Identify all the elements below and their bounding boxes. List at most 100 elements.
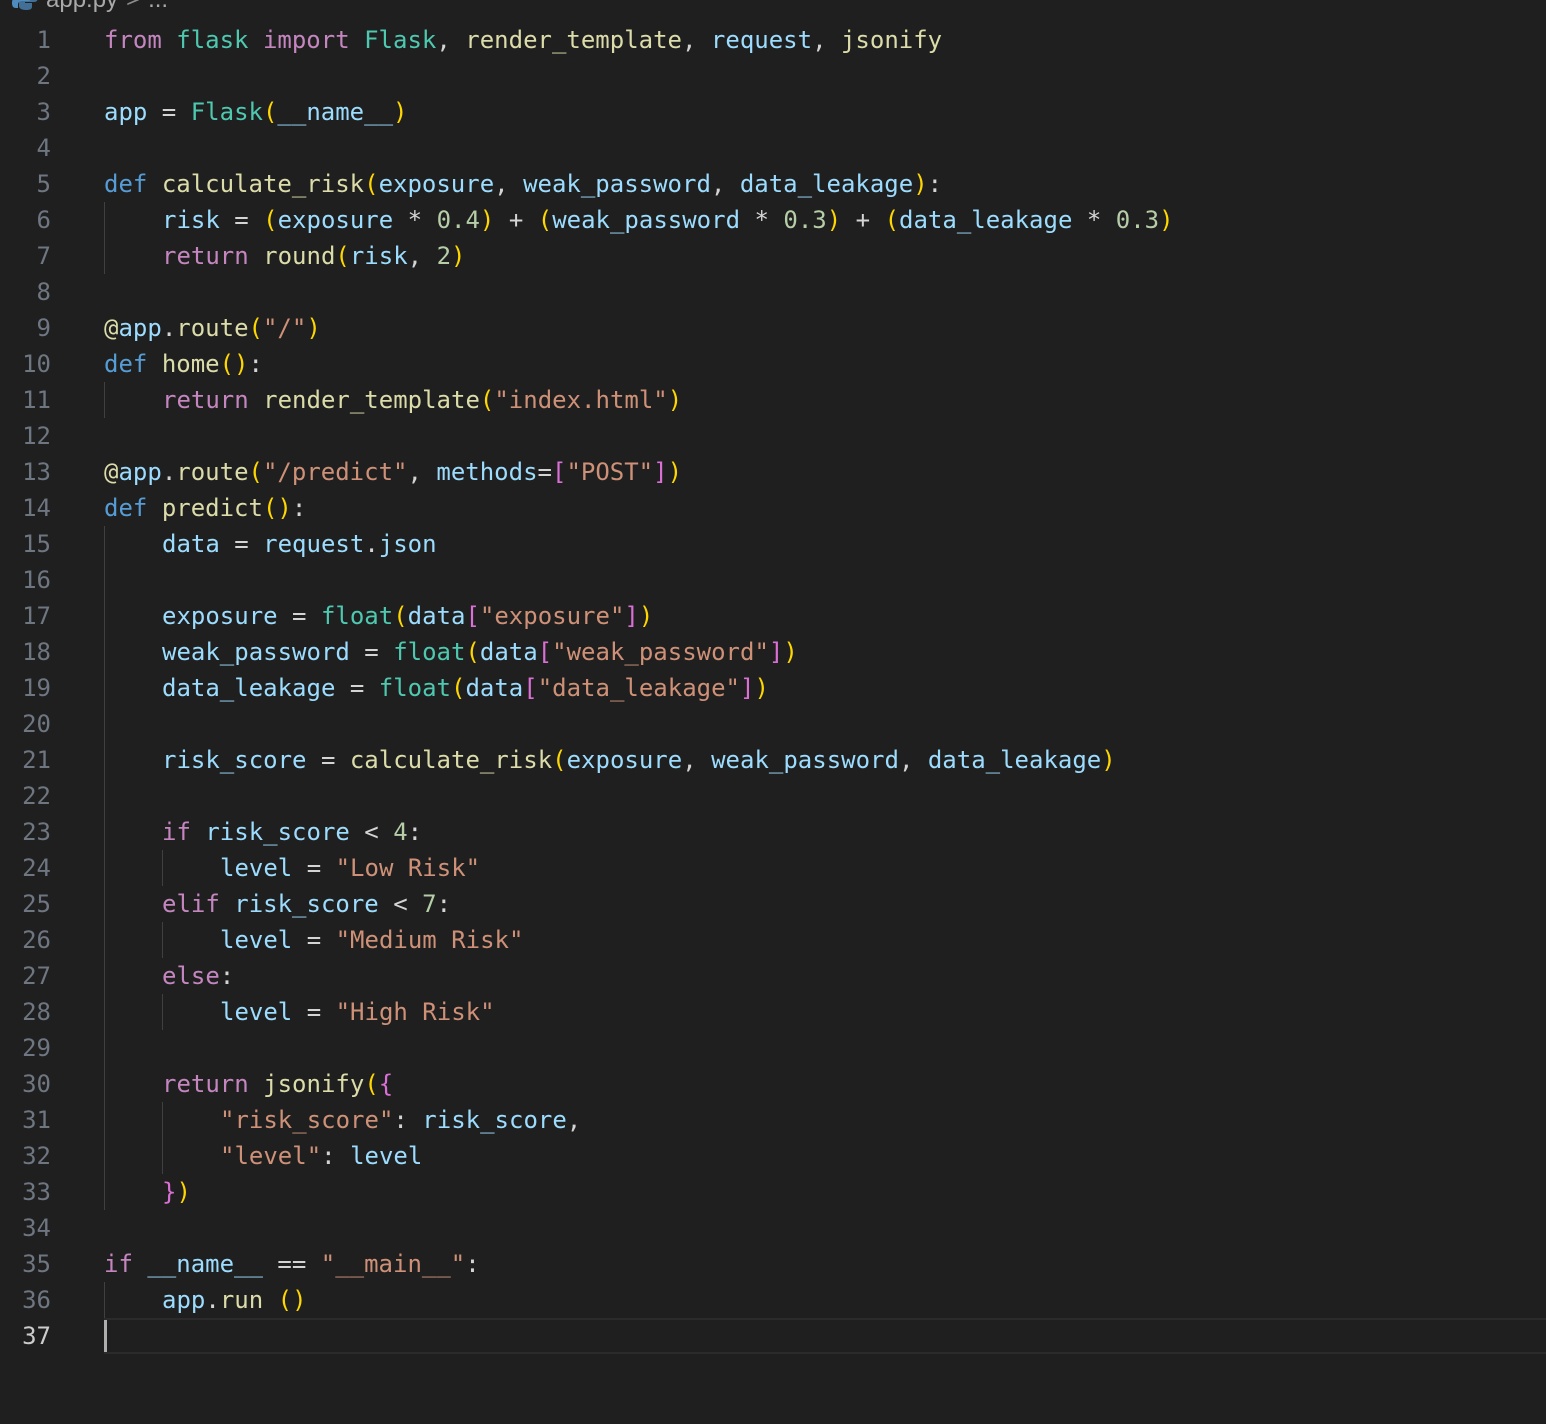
code-token: = <box>219 206 264 234</box>
code-line[interactable]: 37 <box>0 1318 1546 1354</box>
code-line[interactable]: 6 risk = (exposure * 0.4) + (weak_passwor… <box>0 202 1546 238</box>
code-token: level <box>220 854 293 882</box>
code-token: def <box>104 170 148 198</box>
indent-guide <box>104 382 105 418</box>
code-token: app <box>162 1286 206 1314</box>
code-line[interactable]: 9 @app.route("/") <box>0 310 1546 346</box>
code-token: ) <box>826 206 842 234</box>
code-line[interactable]: 4 <box>0 130 1546 166</box>
code-line[interactable]: 19 data_leakage = float(data["data_leakag… <box>0 670 1546 706</box>
code-token: , <box>898 746 928 774</box>
code-token: () <box>219 350 249 378</box>
code-token: ( <box>393 602 408 630</box>
line-number: 30 <box>22 1070 51 1098</box>
code-token: ( <box>465 638 480 666</box>
breadcrumb-separator: > <box>126 0 140 14</box>
code-token: "weak_password" <box>552 638 769 666</box>
code-text: def home(): <box>104 346 263 382</box>
code-token: , <box>436 26 466 54</box>
line-number: 1 <box>36 26 51 54</box>
code-token: import <box>262 26 350 54</box>
code-line[interactable]: 23 if risk_score < 4: <box>0 814 1546 850</box>
line-number: 31 <box>22 1106 51 1134</box>
code-text: else: <box>162 958 234 994</box>
code-token: exposure <box>277 206 394 234</box>
code-token: < <box>378 890 423 918</box>
code-token: : <box>393 1106 423 1134</box>
line-number: 29 <box>22 1034 51 1062</box>
code-token: ( <box>451 674 466 702</box>
code-line[interactable]: 35 if __name__ == "__main__": <box>0 1246 1546 1282</box>
code-token: = <box>147 98 191 126</box>
code-token: float <box>378 674 451 702</box>
code-token: jsonify <box>263 1070 365 1098</box>
indent-guide <box>104 526 105 562</box>
code-line[interactable]: 30 return jsonify({ <box>0 1066 1546 1102</box>
breadcrumb[interactable]: app.py > ... <box>0 0 168 14</box>
code-line[interactable]: 24 level = "Low Risk" <box>0 850 1546 886</box>
code-token: ( <box>248 314 263 342</box>
code-line[interactable]: 27 else: <box>0 958 1546 994</box>
code-line[interactable]: 16 <box>0 562 1546 598</box>
indent-guide <box>162 1102 163 1138</box>
code-line[interactable]: 28 level = "High Risk" <box>0 994 1546 1030</box>
code-token: ) <box>451 242 466 270</box>
code-line[interactable]: 29 <box>0 1030 1546 1066</box>
code-line[interactable]: 2 <box>0 58 1546 94</box>
code-line[interactable]: 20 <box>0 706 1546 742</box>
code-token: ) <box>913 170 928 198</box>
code-token: , <box>710 170 740 198</box>
code-line[interactable]: 36 app.run () <box>0 1282 1546 1318</box>
code-line[interactable]: 22 <box>0 778 1546 814</box>
line-number: 18 <box>22 638 51 666</box>
code-token: flask <box>176 26 249 54</box>
code-token: [ <box>551 458 567 486</box>
code-token: = <box>292 854 336 882</box>
code-token: exposure <box>162 602 278 630</box>
code-line[interactable]: 10 def home(): <box>0 346 1546 382</box>
code-line[interactable]: 11 return render_template("index.html") <box>0 382 1546 418</box>
code-token: risk_score <box>205 818 350 846</box>
line-number: 22 <box>22 782 51 810</box>
breadcrumb-file[interactable]: app.py <box>46 0 118 14</box>
code-line[interactable]: 25 elif risk_score < 7: <box>0 886 1546 922</box>
code-text: risk_score = calculate_risk(exposure, we… <box>162 742 1116 778</box>
breadcrumb-more[interactable]: ... <box>148 0 168 14</box>
code-token: request <box>263 530 365 558</box>
code-line[interactable]: 32 "level": level <box>0 1138 1546 1174</box>
code-line[interactable]: 26 level = "Medium Risk" <box>0 922 1546 958</box>
code-line[interactable]: 34 <box>0 1210 1546 1246</box>
code-line[interactable]: 33}) <box>0 1174 1546 1210</box>
line-number: 36 <box>22 1286 51 1314</box>
code-line[interactable]: 15 data = request.json <box>0 526 1546 562</box>
code-token: app <box>104 98 148 126</box>
code-line[interactable]: 31 "risk_score": risk_score, <box>0 1102 1546 1138</box>
code-token: ) <box>1101 746 1116 774</box>
code-token: = <box>349 638 394 666</box>
indent-guide <box>104 1066 105 1102</box>
line-number: 34 <box>22 1214 51 1242</box>
code-line[interactable]: 21 risk_score = calculate_risk(exposure, … <box>0 742 1546 778</box>
indent-guide <box>104 850 105 886</box>
code-token: = <box>292 926 336 954</box>
code-line[interactable]: 14 def predict(): <box>0 490 1546 526</box>
code-editor[interactable]: 1 from flask import Flask, render_templat… <box>0 22 1546 1354</box>
code-line[interactable]: 5 def calculate_risk(exposure, weak_passw… <box>0 166 1546 202</box>
code-token: @ <box>104 314 119 342</box>
indent-guide <box>104 1174 105 1210</box>
code-token: "High Risk" <box>335 998 495 1026</box>
code-line[interactable]: 17 exposure = float(data["exposure"]) <box>0 598 1546 634</box>
code-line[interactable]: 18 weak_password = float(data["weak_passw… <box>0 634 1546 670</box>
code-line[interactable]: 3 app = Flask(__name__) <box>0 94 1546 130</box>
code-token: return <box>162 242 249 270</box>
code-line[interactable]: 8 <box>0 274 1546 310</box>
code-line[interactable]: 13 @app.route("/predict", methods=["POST"… <box>0 454 1546 490</box>
code-line[interactable]: 7 return round(risk, 2) <box>0 238 1546 274</box>
code-token: return <box>162 1070 249 1098</box>
code-token: exposure <box>378 170 495 198</box>
code-token: ) <box>479 206 495 234</box>
code-line[interactable]: 1 from flask import Flask, render_templat… <box>0 22 1546 58</box>
code-line[interactable]: 12 <box>0 418 1546 454</box>
